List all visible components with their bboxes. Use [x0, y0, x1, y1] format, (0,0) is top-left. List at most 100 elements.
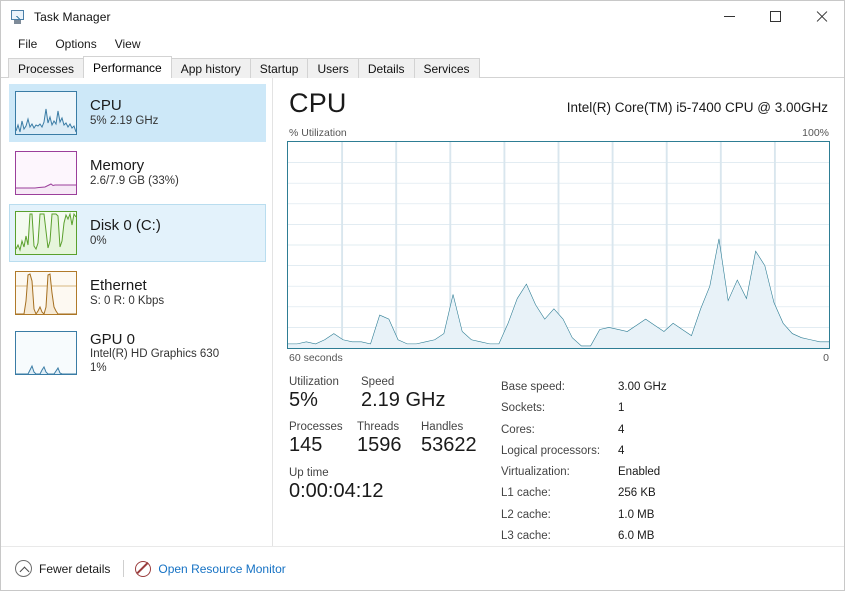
spec-l2-cache-value: 1.0 MB	[618, 508, 655, 521]
stat-speed-value: 2.19 GHz	[361, 389, 446, 411]
stat-processes-label: Processes	[289, 421, 343, 434]
stat-handles-label: Handles	[421, 421, 464, 434]
sidebar-item-gpu0-sub: Intel(R) HD Graphics 630	[90, 348, 220, 361]
resource-monitor-icon	[135, 560, 152, 577]
menu-bar: File Options View	[1, 32, 844, 56]
cpu-model-label: Intel(R) Core(TM) i5-7400 CPU @ 3.00GHz	[566, 100, 828, 115]
spec-cores: Cores: 4	[501, 420, 830, 441]
maximize-icon	[769, 11, 781, 22]
stat-row-processes-threads-handles: Processes 145 Threads 1596 Handles 53622	[289, 421, 501, 457]
footer-bar: Fewer details Open Resource Monitor	[1, 546, 844, 590]
sidebar-item-cpu[interactable]: CPU 5% 2.19 GHz	[9, 84, 266, 142]
maximize-button[interactable]	[752, 1, 798, 32]
spec-sockets-key: Sockets:	[501, 402, 546, 415]
spec-cores-value: 4	[618, 423, 625, 436]
stat-utilization: Utilization 5%	[289, 376, 361, 412]
ethernet-thumbnail-icon	[15, 271, 77, 315]
cpu-utilization-graph[interactable]	[287, 141, 830, 349]
menu-item-options[interactable]: Options	[46, 34, 105, 54]
spec-virtualization-value: Enabled	[618, 466, 661, 479]
fewer-details-button[interactable]: Fewer details	[15, 560, 110, 577]
stat-processes-value: 145	[289, 434, 323, 457]
memory-thumbnail-icon	[15, 151, 77, 195]
open-resource-monitor-label: Open Resource Monitor	[158, 561, 286, 576]
spec-sockets: Sockets: 1	[501, 398, 830, 419]
sidebar-item-gpu0[interactable]: GPU 0 Intel(R) HD Graphics 630 1%	[9, 324, 266, 382]
cpu-stats-left: Utilization 5% Speed 2.19 GHz Processes …	[289, 376, 501, 547]
spec-logical-processors-key: Logical processors:	[501, 444, 601, 457]
sidebar-item-disk0-text: Disk 0 (C:) 0%	[90, 217, 161, 248]
spec-virtualization: Virtualization: Enabled	[501, 462, 830, 483]
stat-processes: Processes 145	[289, 421, 357, 457]
stat-speed-label: Speed	[361, 376, 395, 388]
tab-details[interactable]: Details	[357, 58, 415, 78]
page-title: CPU	[289, 88, 347, 118]
tab-app-history[interactable]: App history	[170, 58, 251, 78]
sidebar-item-ethernet-text: Ethernet S: 0 R: 0 Kbps	[90, 277, 164, 308]
open-resource-monitor-link[interactable]: Open Resource Monitor	[135, 560, 286, 577]
sidebar-item-disk0[interactable]: Disk 0 (C:) 0%	[9, 204, 266, 262]
spec-base-speed: Base speed: 3.00 GHz	[501, 377, 830, 398]
chevron-up-circle-icon	[15, 560, 32, 577]
stat-handles-value: 53622	[421, 434, 477, 457]
menu-item-file[interactable]: File	[9, 34, 46, 54]
minimize-icon	[723, 16, 735, 17]
spec-logical-processors-value: 4	[618, 444, 625, 457]
sidebar-item-gpu0-title: GPU 0	[90, 330, 136, 348]
disk-thumbnail-icon	[15, 211, 77, 255]
sidebar-item-ethernet-sub: S: 0 R: 0 Kbps	[90, 295, 165, 308]
cpu-header: CPU Intel(R) Core(TM) i5-7400 CPU @ 3.00…	[287, 88, 830, 119]
tab-strip: Processes Performance App history Startu…	[1, 56, 844, 79]
y-axis-max-label: 100%	[802, 127, 829, 139]
spec-l3-cache-key: L3 cache:	[501, 529, 551, 542]
spec-l1-cache: L1 cache: 256 KB	[501, 483, 830, 504]
menu-item-view[interactable]: View	[106, 34, 150, 54]
graph-axis-bottom: 60 seconds 0	[287, 349, 830, 364]
tab-startup[interactable]: Startup	[249, 58, 309, 78]
spec-sockets-value: 1	[618, 402, 625, 415]
cpu-stats: Utilization 5% Speed 2.19 GHz Processes …	[287, 376, 830, 547]
sidebar-item-memory-title: Memory	[90, 157, 145, 175]
spec-base-speed-key: Base speed:	[501, 381, 565, 393]
cpu-detail-panel: CPU Intel(R) Core(TM) i5-7400 CPU @ 3.00…	[273, 78, 844, 557]
task-manager-window: Task Manager File Options View Processes…	[0, 0, 845, 591]
spec-l3-cache: L3 cache: 6.0 MB	[501, 526, 830, 547]
sidebar-item-ethernet[interactable]: Ethernet S: 0 R: 0 Kbps	[9, 264, 266, 322]
y-axis-label: % Utilization	[289, 127, 347, 139]
graph-axis-top: % Utilization 100%	[287, 119, 830, 141]
close-button[interactable]	[798, 1, 844, 32]
sidebar-item-memory-sub: 2.6/7.9 GB (33%)	[90, 175, 179, 188]
spec-l1-cache-key: L1 cache:	[501, 487, 551, 500]
tab-services[interactable]: Services	[413, 58, 480, 78]
title-bar: Task Manager	[1, 1, 844, 32]
spec-l2-cache: L2 cache: 1.0 MB	[501, 505, 830, 526]
sidebar-item-disk0-sub: 0%	[90, 235, 107, 248]
spec-logical-processors: Logical processors: 4	[501, 441, 830, 462]
resource-sidebar: CPU 5% 2.19 GHz Memory 2.6/7.9 GB (33%)	[1, 78, 273, 557]
sidebar-item-memory[interactable]: Memory 2.6/7.9 GB (33%)	[9, 144, 266, 202]
stat-threads-label: Threads	[357, 421, 400, 434]
sidebar-item-disk0-title: Disk 0 (C:)	[90, 217, 161, 235]
stat-uptime-label: Up time	[289, 466, 329, 479]
fewer-details-label: Fewer details	[39, 561, 111, 576]
sidebar-item-memory-text: Memory 2.6/7.9 GB (33%)	[90, 157, 179, 188]
task-manager-icon	[10, 9, 26, 25]
cpu-specs-list: Base speed: 3.00 GHz Sockets: 1 Cores: 4…	[501, 376, 830, 547]
spec-l1-cache-value: 256 KB	[618, 487, 656, 500]
gpu-thumbnail-icon	[15, 331, 77, 375]
sidebar-item-cpu-text: CPU 5% 2.19 GHz	[90, 97, 158, 128]
spec-base-speed-value: 3.00 GHz	[618, 381, 667, 393]
stat-speed: Speed 2.19 GHz	[361, 376, 481, 412]
sidebar-item-ethernet-title: Ethernet	[90, 277, 147, 295]
tab-users[interactable]: Users	[307, 58, 359, 78]
minimize-button[interactable]	[706, 1, 752, 32]
stat-utilization-value: 5%	[289, 389, 318, 411]
x-axis-end-label: 0	[823, 352, 829, 364]
tab-performance[interactable]: Performance	[83, 56, 172, 79]
window-title: Task Manager	[34, 9, 111, 24]
sidebar-item-gpu0-sub2: 1%	[90, 361, 107, 374]
spec-l2-cache-key: L2 cache:	[501, 508, 551, 521]
spec-l3-cache-value: 6.0 MB	[618, 529, 655, 542]
footer-divider	[123, 560, 125, 577]
tab-processes[interactable]: Processes	[8, 58, 85, 78]
